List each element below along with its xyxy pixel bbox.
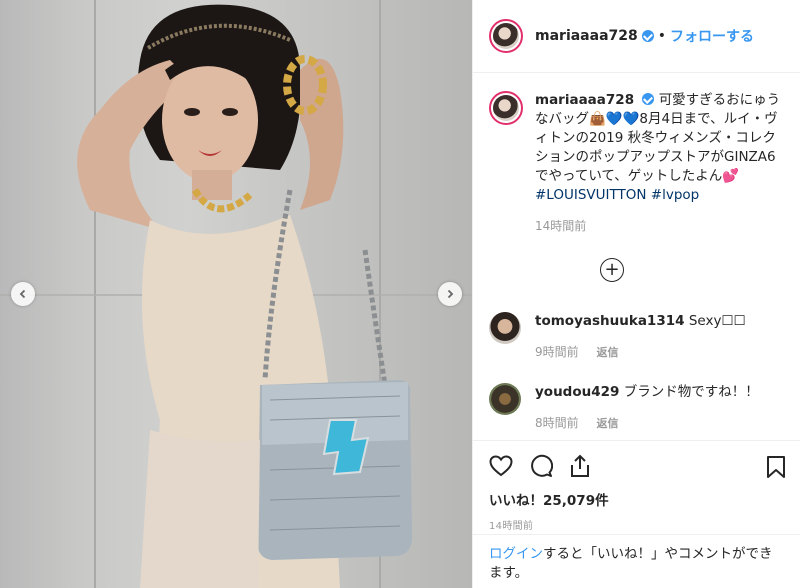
- carousel-prev-button[interactable]: [11, 282, 35, 306]
- commenter-avatar[interactable]: [489, 383, 521, 415]
- carousel-next-button[interactable]: [438, 282, 462, 306]
- comment-body: youdou429 ブランド物ですね！！ 8時間前 返信: [535, 383, 759, 433]
- comment-body: tomoyashuuka1314 Sexy☐☐ 9時間前 返信: [535, 312, 746, 362]
- comment-meta: 8時間前 返信: [535, 414, 759, 433]
- author-avatar[interactable]: [489, 19, 523, 53]
- commenter-username[interactable]: tomoyashuuka1314: [535, 313, 685, 329]
- photo-scene: [0, 0, 472, 588]
- comment-item: tomoyashuuka1314 Sexy☐☐ 9時間前 返信: [489, 312, 746, 362]
- share-icon[interactable]: [569, 454, 591, 478]
- caption-avatar[interactable]: [489, 91, 523, 125]
- post-timestamp: 14時間前: [489, 521, 534, 532]
- reply-button[interactable]: 返信: [596, 346, 618, 359]
- comment-text: ブランド物ですね！！: [623, 384, 759, 400]
- post-side-panel: mariaaaa728 • フォローする mariaaaa728 可愛すぎるおに…: [472, 0, 800, 588]
- bookmark-icon[interactable]: [766, 455, 786, 479]
- caption-body: mariaaaa728 可愛すぎるおにゅうなバッグ👜💙💙8月4日まで、ルイ・ヴィ…: [535, 91, 784, 236]
- login-prompt: ログインすると「いいね！」やコメントができます。: [473, 534, 800, 583]
- plus-circle-icon: +: [604, 259, 620, 280]
- hashtag-link[interactable]: #LOUISVUITTON: [535, 187, 647, 203]
- post-photo[interactable]: [0, 0, 472, 588]
- verified-icon: [642, 93, 655, 105]
- hashtag-link[interactable]: #lvpop: [651, 187, 699, 203]
- comment-timestamp: 8時間前: [535, 416, 579, 430]
- comment-meta: 9時間前 返信: [535, 343, 746, 362]
- commenter-username[interactable]: youdou429: [535, 384, 619, 400]
- heart-icon[interactable]: [489, 455, 513, 477]
- comment-item: youdou429 ブランド物ですね！！ 8時間前 返信: [489, 383, 759, 433]
- author-username[interactable]: mariaaaa728: [535, 28, 638, 44]
- instagram-post-view: mariaaaa728 • フォローする mariaaaa728 可愛すぎるおに…: [0, 0, 800, 588]
- comment-icon[interactable]: [529, 454, 553, 478]
- commenter-avatar[interactable]: [489, 312, 521, 344]
- action-icons: [473, 441, 800, 491]
- load-more-comments-button[interactable]: +: [600, 258, 624, 282]
- caption-username[interactable]: mariaaaa728: [535, 92, 634, 108]
- separator-dot: •: [657, 28, 667, 44]
- caption-timestamp: 14時間前: [535, 219, 587, 233]
- login-link[interactable]: ログイン: [489, 546, 543, 562]
- chevron-right-icon: [447, 289, 454, 299]
- post-header: mariaaaa728 • フォローする: [473, 0, 800, 73]
- chevron-left-icon: [19, 289, 26, 299]
- reply-button[interactable]: 返信: [596, 417, 618, 430]
- verified-icon: [641, 30, 654, 42]
- post-actions: いいね！25,079件 14時間前: [473, 440, 800, 532]
- comment-text: Sexy☐☐: [688, 313, 746, 329]
- follow-button[interactable]: フォローする: [670, 26, 754, 46]
- like-count[interactable]: いいね！25,079件: [489, 489, 609, 509]
- post-caption: mariaaaa728 可愛すぎるおにゅうなバッグ👜💙💙8月4日まで、ルイ・ヴィ…: [473, 73, 800, 236]
- comment-timestamp: 9時間前: [535, 345, 579, 359]
